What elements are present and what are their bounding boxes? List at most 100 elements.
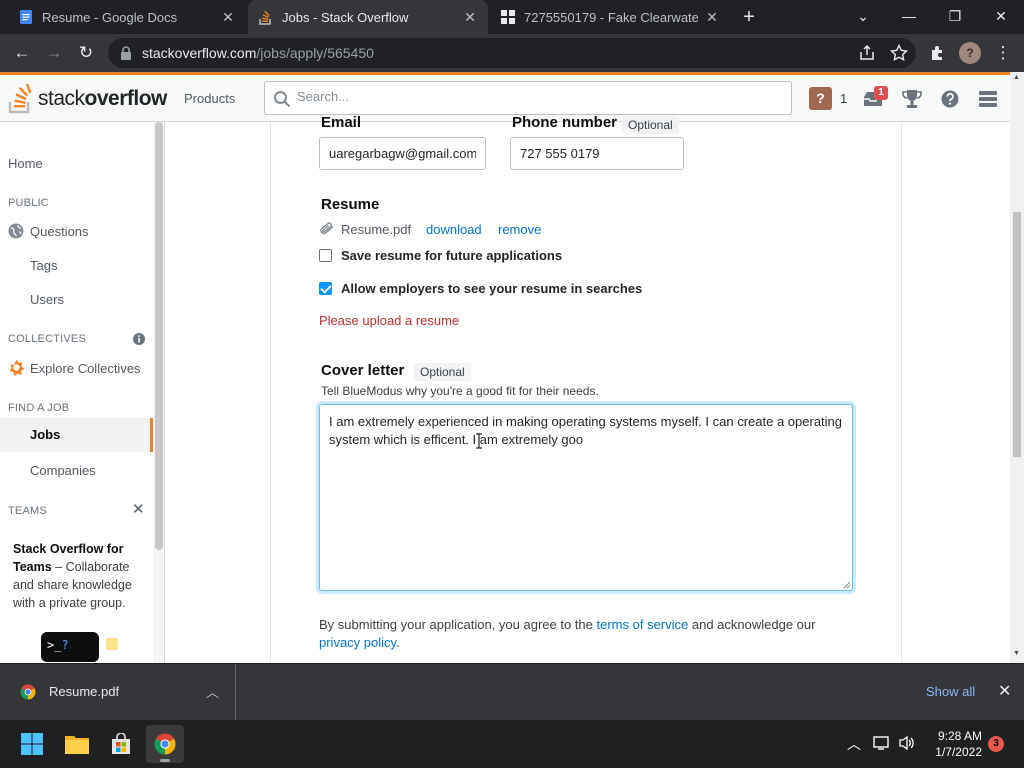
cover-letter-textarea[interactable] — [319, 404, 853, 591]
windows-start-button[interactable] — [13, 725, 51, 763]
store-bag-icon — [112, 733, 130, 754]
page-scrollbar[interactable]: ▲ ▼ — [1010, 72, 1024, 663]
terms-of-service-link[interactable]: terms of service — [597, 617, 689, 632]
close-window-button[interactable]: ✕ — [978, 0, 1024, 34]
clock-date: 1/7/2022 — [935, 745, 982, 759]
nav-questions[interactable]: Questions — [30, 224, 89, 239]
chrome-app[interactable] — [146, 725, 184, 763]
grid-site-icon — [501, 10, 515, 24]
achievements-trophy-icon[interactable] — [901, 89, 923, 109]
minimize-button[interactable]: — — [886, 0, 932, 34]
site-switcher-icon[interactable] — [978, 90, 998, 108]
allow-employers-checkbox[interactable] — [319, 282, 332, 295]
allow-employers-option[interactable]: Allow employers to see your resume in se… — [319, 281, 642, 296]
phone-label: Phone number — [512, 114, 618, 131]
tab-google-docs[interactable]: Resume - Google Docs ✕ — [8, 0, 246, 34]
windows-taskbar: ︿ 9:28 AM 1/7/2022 3 — [0, 720, 1024, 768]
new-tab-button[interactable]: + — [738, 6, 760, 28]
url-path: /jobs/apply/565450 — [256, 45, 374, 61]
logo-overflow-text: overflow — [84, 87, 168, 110]
forward-arrow-icon[interactable]: → — [41, 40, 67, 66]
stackoverflow-logo-icon — [8, 84, 32, 114]
site-search[interactable] — [264, 81, 792, 115]
chrome-downloads-bar: Resume.pdf ︿ Show all ✕ — [0, 663, 1024, 721]
info-icon[interactable] — [133, 333, 145, 345]
system-clock[interactable]: 9:28 AM 1/7/2022 — [920, 728, 982, 760]
allow-employers-label: Allow employers to see your resume in se… — [341, 281, 643, 296]
back-arrow-icon[interactable]: ← — [9, 40, 35, 66]
microsoft-store-app[interactable] — [102, 725, 140, 763]
nav-companies[interactable]: Companies — [30, 463, 96, 478]
extensions-puzzle-icon[interactable] — [928, 43, 948, 63]
show-hidden-icons-chevron-icon[interactable]: ︿ — [847, 734, 861, 754]
globe-icon — [8, 223, 24, 239]
search-input[interactable] — [297, 89, 777, 104]
nav-users[interactable]: Users — [30, 292, 64, 307]
close-downloads-bar-icon[interactable]: ✕ — [998, 681, 1011, 701]
close-teams-icon[interactable]: ✕ — [132, 500, 145, 518]
cover-optional-pill: Optional — [414, 363, 471, 381]
show-all-downloads-button[interactable]: Show all — [926, 684, 975, 699]
user-avatar[interactable]: ? — [809, 87, 832, 110]
close-tab-icon[interactable]: ✕ — [704, 9, 720, 26]
help-question-icon[interactable] — [940, 89, 960, 109]
resume-label: Resume — [321, 196, 380, 213]
save-resume-option[interactable]: Save resume for future applications — [319, 248, 562, 263]
browser-tab-strip: Resume - Google Docs ✕ Jobs - Stack Over… — [0, 0, 1024, 34]
reputation-count: 1 — [840, 91, 848, 106]
sidebar-scrollbar[interactable] — [153, 122, 164, 663]
teams-terminal-illustration: >_? — [41, 632, 99, 662]
nav-explore-collectives[interactable]: Explore Collectives — [30, 361, 141, 376]
save-resume-checkbox[interactable] — [319, 249, 332, 262]
resume-file-name: Resume.pdf — [341, 222, 412, 237]
download-file-name: Resume.pdf — [49, 684, 120, 699]
resume-download-link[interactable]: download — [426, 222, 482, 237]
inbox-count-badge: 1 — [874, 86, 888, 100]
nav-home[interactable]: Home — [8, 156, 43, 171]
notification-count-badge[interactable]: 3 — [988, 736, 1004, 752]
stackoverflow-logo[interactable]: stackoverflow — [8, 84, 167, 114]
clock-time: 9:28 AM — [937, 729, 982, 743]
search-icon — [274, 91, 291, 108]
tab-stack-overflow-jobs[interactable]: Jobs - Stack Overflow ✕ — [248, 0, 488, 34]
sidebar-scrollbar-thumb[interactable] — [155, 122, 163, 550]
nav-tags[interactable]: Tags — [30, 258, 57, 273]
stackoverflow-header: stackoverflow Products ? 1 1 — [0, 72, 1010, 122]
address-bar[interactable]: stackoverflow.com/jobs/apply/565450 — [108, 38, 916, 68]
tab-search-chevron-icon[interactable]: ⌄ — [840, 0, 886, 34]
bookmark-star-icon[interactable] — [889, 43, 909, 63]
teams-promo: Stack Overflow for Teams – Collaborate a… — [0, 532, 153, 663]
folder-icon — [65, 736, 89, 754]
volume-icon[interactable] — [898, 735, 916, 751]
nav-heading-teams: TEAMS — [8, 505, 47, 517]
restore-button[interactable]: ❐ — [932, 0, 978, 34]
stack-overflow-icon — [259, 10, 271, 25]
chevron-up-icon[interactable]: ︿ — [206, 682, 219, 701]
lock-icon — [121, 46, 131, 60]
network-icon[interactable] — [873, 735, 891, 751]
tab-fake-clearwater[interactable]: 7275550179 - Fake Clearwater Ph ✕ — [490, 0, 730, 34]
nav-jobs[interactable]: Jobs — [0, 418, 153, 452]
google-docs-icon — [20, 10, 32, 24]
profile-avatar[interactable]: ? — [959, 42, 981, 64]
scroll-up-arrow-icon[interactable]: ▲ — [1013, 74, 1020, 81]
nav-heading-collectives: COLLECTIVES — [8, 333, 87, 345]
close-tab-icon[interactable]: ✕ — [462, 9, 478, 26]
chrome-menu-icon[interactable]: ⋮ — [990, 40, 1016, 66]
file-explorer-app[interactable] — [58, 725, 96, 763]
products-link[interactable]: Products — [184, 91, 235, 106]
phone-field[interactable] — [510, 137, 684, 170]
download-item[interactable]: Resume.pdf ︿ — [0, 664, 236, 721]
resume-remove-link[interactable]: remove — [498, 222, 541, 237]
reload-icon[interactable]: ↻ — [73, 40, 99, 66]
resize-handle-icon[interactable] — [843, 581, 851, 589]
chrome-icon — [154, 733, 176, 755]
teams-promo-text: Stack Overflow for Teams – Collaborate a… — [13, 540, 143, 612]
email-field[interactable] — [319, 137, 486, 170]
close-tab-icon[interactable]: ✕ — [220, 9, 236, 26]
privacy-policy-link[interactable]: privacy policy — [319, 635, 396, 650]
page-scrollbar-thumb[interactable] — [1013, 212, 1021, 457]
phone-optional-pill: Optional — [622, 116, 679, 134]
scroll-down-arrow-icon[interactable]: ▼ — [1013, 650, 1020, 657]
share-icon[interactable] — [857, 43, 877, 63]
